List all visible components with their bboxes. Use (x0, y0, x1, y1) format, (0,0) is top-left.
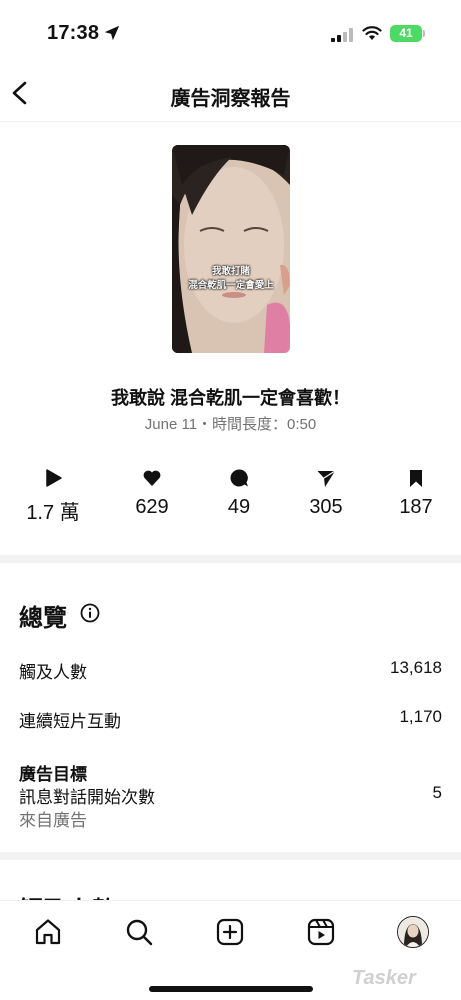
comment-icon (230, 469, 248, 487)
share-icon (317, 470, 336, 487)
wifi-icon (362, 26, 382, 40)
reel-interactions-label: 連續短片互動 (19, 712, 121, 731)
battery-level: 41 (399, 26, 413, 40)
bookmark-icon (410, 470, 422, 487)
page-title: 廣告洞察報告 (170, 88, 291, 110)
header: 廣告洞察報告 (0, 64, 461, 122)
heart-icon (143, 470, 161, 486)
thumbnail-caption-line-2: 混合乾肌一定會愛上 (188, 280, 274, 291)
ad-goal-value: 5 (432, 783, 442, 802)
section-divider-2 (0, 852, 461, 860)
create-icon[interactable] (215, 917, 245, 947)
stat-saves-value: 187 (399, 496, 433, 518)
stat-plays-value: 1.7 萬 (26, 502, 80, 524)
stat-shares-value: 305 (309, 496, 343, 518)
stat-likes: 629 (107, 468, 197, 519)
stat-plays: 1.7 萬 (8, 468, 98, 525)
reach-label: 觸及人數 (19, 663, 87, 682)
overview-title: 總覽 (19, 605, 67, 632)
stat-comments-value: 49 (227, 496, 251, 518)
face-image (172, 145, 290, 353)
info-icon[interactable] (80, 603, 100, 623)
ad-goal-label: 訊息對話開始次數 (19, 788, 155, 807)
cellular-signal-icon (331, 28, 353, 42)
engagement-stats: 1.7 萬 629 49 305 187 (0, 468, 461, 528)
ad-goal-heading: 廣告目標 (19, 765, 87, 784)
stat-comments: 49 (194, 468, 284, 519)
section-divider (0, 555, 461, 563)
location-arrow-icon (104, 25, 120, 41)
stat-saves: 187 (371, 468, 461, 519)
battery-indicator: 41 (390, 25, 422, 42)
stat-likes-value: 629 (135, 496, 169, 518)
status-bar: 17:38 41 (0, 0, 461, 64)
reach-value: 13,618 (390, 658, 442, 677)
thumbnail-caption-line-1: 我敢打賭 (211, 266, 250, 277)
reel-interactions-value: 1,170 (399, 707, 442, 726)
tasker-watermark: Tasker (352, 967, 416, 989)
ad-goal-sublabel: 來自廣告 (19, 811, 87, 830)
battery-nub (423, 30, 425, 37)
home-icon[interactable] (33, 917, 63, 947)
play-icon (46, 469, 62, 487)
stat-shares: 305 (281, 468, 371, 519)
post-title: 我敢說 混合乾肌一定會喜歡！ (111, 388, 350, 408)
reel-thumbnail[interactable]: 我敢打賭 混合乾肌一定會愛上 (172, 145, 290, 353)
search-icon[interactable] (124, 917, 154, 947)
profile-avatar[interactable] (397, 916, 429, 948)
avatar-photo (398, 917, 428, 947)
post-meta: June 11・時間長度：0:50 (144, 416, 317, 433)
reels-icon[interactable] (306, 917, 336, 947)
status-time: 17:38 (47, 22, 100, 44)
home-indicator (149, 986, 313, 992)
